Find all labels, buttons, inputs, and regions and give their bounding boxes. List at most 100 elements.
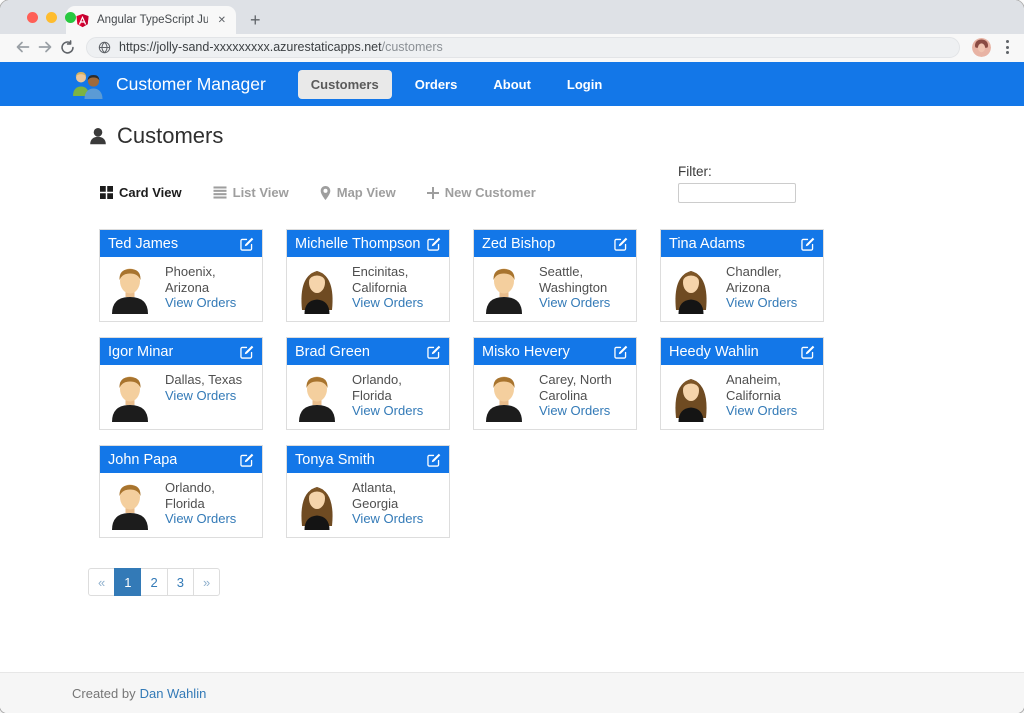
view-orders-link[interactable]: View Orders: [165, 511, 236, 527]
view-button-list-view[interactable]: List View: [213, 185, 289, 200]
view-orders-link[interactable]: View Orders: [352, 295, 423, 311]
edit-customer-button[interactable]: [422, 237, 441, 251]
edit-icon: [240, 345, 254, 359]
customer-card-zed-bishop: Zed Bishop Sea: [473, 229, 637, 322]
angular-favicon-icon: [75, 13, 90, 28]
view-orders-link[interactable]: View Orders: [352, 511, 423, 527]
customer-avatar: [108, 480, 152, 530]
tab-strip: Angular TypeScript JumpStart ✕ +: [0, 0, 1024, 34]
back-button[interactable]: [12, 36, 34, 58]
customer-avatar: [108, 372, 152, 422]
view-button-map-view[interactable]: Map View: [320, 185, 396, 200]
view-button-card-view[interactable]: Card View: [100, 185, 182, 200]
view-button-new-customer[interactable]: New Customer: [427, 185, 536, 200]
pagination-page-3[interactable]: 3: [167, 568, 194, 596]
edit-customer-button[interactable]: [235, 237, 254, 251]
browser-tab[interactable]: Angular TypeScript JumpStart ✕: [66, 6, 236, 34]
pagination-page-1[interactable]: 1: [114, 568, 141, 596]
view-orders-link[interactable]: View Orders: [165, 388, 236, 404]
navbar-item-customers[interactable]: Customers: [298, 70, 392, 99]
footer-author-link[interactable]: Dan Wahlin: [140, 686, 207, 701]
customer-name: Igor Minar: [108, 344, 173, 360]
edit-customer-button[interactable]: [422, 453, 441, 467]
customer-location: Chandler, Arizona: [726, 264, 817, 295]
customer-avatar: [295, 264, 339, 314]
customer-card-ted-james: Ted James Phoe: [99, 229, 263, 322]
view-orders-link[interactable]: View Orders: [165, 295, 236, 311]
edit-customer-button[interactable]: [422, 345, 441, 359]
customer-location: Atlanta, Georgia: [352, 480, 443, 511]
customer-location: Orlando, Florida: [165, 480, 256, 511]
browser-menu-icon[interactable]: [1001, 37, 1014, 57]
list-view-icon: [213, 186, 227, 199]
new-tab-button[interactable]: +: [250, 11, 261, 29]
customer-avatar: [295, 372, 339, 422]
customer-name: Tina Adams: [669, 236, 745, 252]
edit-icon: [427, 453, 441, 467]
view-orders-link[interactable]: View Orders: [726, 295, 797, 311]
zoom-window-button[interactable]: [65, 12, 76, 23]
customer-location: Seattle, Washington: [539, 264, 630, 295]
customer-name: John Papa: [108, 452, 177, 468]
navbar-item-login[interactable]: Login: [554, 70, 615, 99]
site-info-globe-icon: [98, 41, 111, 54]
customer-location: Anaheim, California: [726, 372, 817, 403]
edit-customer-button[interactable]: [609, 345, 628, 359]
customer-name: Tonya Smith: [295, 452, 375, 468]
view-orders-link[interactable]: View Orders: [539, 403, 610, 419]
edit-customer-button[interactable]: [235, 345, 254, 359]
forward-button[interactable]: [34, 36, 56, 58]
pagination-page-2[interactable]: 2: [140, 568, 167, 596]
edit-customer-button[interactable]: [235, 453, 254, 467]
edit-icon: [801, 237, 815, 251]
edit-customer-button[interactable]: [796, 345, 815, 359]
page-footer: Created by Dan Wahlin: [0, 672, 1024, 713]
view-orders-link[interactable]: View Orders: [352, 403, 423, 419]
customer-avatar: [669, 372, 713, 422]
map-view-icon: [320, 186, 331, 200]
tab-close-icon[interactable]: ✕: [215, 13, 229, 28]
brand-title: Customer Manager: [116, 74, 266, 95]
pagination-next-button[interactable]: »: [193, 568, 220, 596]
filter-label: Filter:: [678, 164, 796, 179]
customer-avatar: [295, 480, 339, 530]
footer-text: Created by: [72, 686, 136, 701]
close-window-button[interactable]: [27, 12, 38, 23]
view-orders-link[interactable]: View Orders: [726, 403, 797, 419]
user-icon: [88, 126, 108, 146]
customer-card-misko-hevery: Misko Hevery C: [473, 337, 637, 430]
customer-location: Carey, North Carolina: [539, 372, 630, 403]
edit-icon: [614, 237, 628, 251]
card-view-icon: [100, 186, 113, 199]
customer-name: Michelle Thompson: [295, 236, 420, 252]
edit-customer-button[interactable]: [796, 237, 815, 251]
customer-location: Phoenix, Arizona: [165, 264, 256, 295]
navbar-menu: Customers Orders About Login: [298, 70, 616, 99]
customer-name: Brad Green: [295, 344, 370, 360]
address-bar[interactable]: https://jolly-sand-xxxxxxxxx.azurestatic…: [86, 37, 960, 58]
navbar-item-about[interactable]: About: [480, 70, 544, 99]
page-header: Customers: [88, 123, 936, 149]
reload-button[interactable]: [56, 36, 78, 58]
customer-avatar: [482, 372, 526, 422]
navbar-item-orders[interactable]: Orders: [402, 70, 471, 99]
view-orders-link[interactable]: View Orders: [539, 295, 610, 311]
customer-avatar: [482, 264, 526, 314]
profile-avatar[interactable]: [972, 38, 991, 57]
customer-name: Zed Bishop: [482, 236, 555, 252]
customer-location: Dallas, Texas: [165, 372, 256, 388]
pagination: «123»: [88, 568, 220, 596]
browser-toolbar: https://jolly-sand-xxxxxxxxx.azurestatic…: [0, 34, 1024, 62]
edit-icon: [240, 453, 254, 467]
customer-avatar: [108, 264, 152, 314]
edit-customer-button[interactable]: [609, 237, 628, 251]
view-toolbar: Card View List View Map View New Customer F…: [88, 164, 936, 203]
customer-location: Orlando, Florida: [352, 372, 443, 403]
filter-group: Filter:: [678, 164, 796, 203]
brand[interactable]: Customer Manager: [70, 69, 266, 99]
minimize-window-button[interactable]: [46, 12, 57, 23]
browser-window: Angular TypeScript JumpStart ✕ + https:/…: [0, 0, 1024, 713]
pagination-prev-button[interactable]: «: [88, 568, 115, 596]
filter-input[interactable]: [678, 183, 796, 203]
window-controls: [27, 12, 76, 23]
